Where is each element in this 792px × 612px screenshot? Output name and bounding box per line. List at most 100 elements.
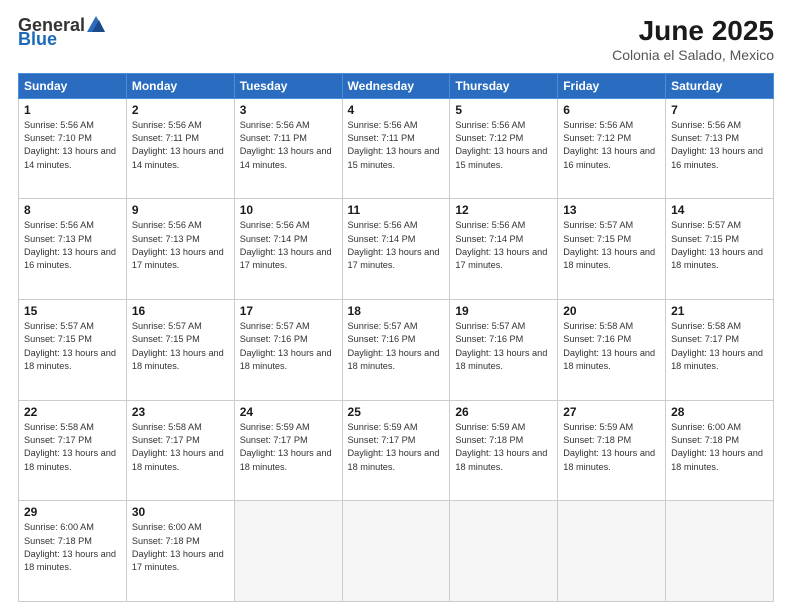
col-sunday: Sunday (19, 73, 127, 98)
table-row: 30 Sunrise: 6:00 AM Sunset: 7:18 PM Dayl… (126, 501, 234, 602)
col-wednesday: Wednesday (342, 73, 450, 98)
col-thursday: Thursday (450, 73, 558, 98)
day-info: Sunrise: 5:56 AM Sunset: 7:11 PM Dayligh… (132, 119, 229, 172)
day-info: Sunrise: 5:57 AM Sunset: 7:15 PM Dayligh… (563, 219, 660, 272)
table-row: 29 Sunrise: 6:00 AM Sunset: 7:18 PM Dayl… (19, 501, 127, 602)
calendar-subtitle: Colonia el Salado, Mexico (612, 47, 774, 63)
header: General Blue June 2025 Colonia el Salado… (18, 16, 774, 63)
col-monday: Monday (126, 73, 234, 98)
day-info: Sunrise: 5:58 AM Sunset: 7:17 PM Dayligh… (132, 421, 229, 474)
day-info: Sunrise: 5:58 AM Sunset: 7:17 PM Dayligh… (671, 320, 768, 373)
title-block: June 2025 Colonia el Salado, Mexico (612, 16, 774, 63)
table-row: 12 Sunrise: 5:56 AM Sunset: 7:14 PM Dayl… (450, 199, 558, 300)
day-number: 7 (671, 103, 768, 117)
table-row: 9 Sunrise: 5:56 AM Sunset: 7:13 PM Dayli… (126, 199, 234, 300)
day-number: 29 (24, 505, 121, 519)
day-info: Sunrise: 5:56 AM Sunset: 7:12 PM Dayligh… (563, 119, 660, 172)
day-number: 25 (348, 405, 445, 419)
logo-icon (87, 16, 105, 32)
day-number: 9 (132, 203, 229, 217)
day-info: Sunrise: 6:00 AM Sunset: 7:18 PM Dayligh… (132, 521, 229, 574)
calendar-row: 8 Sunrise: 5:56 AM Sunset: 7:13 PM Dayli… (19, 199, 774, 300)
table-row: 7 Sunrise: 5:56 AM Sunset: 7:13 PM Dayli… (666, 98, 774, 199)
day-info: Sunrise: 5:59 AM Sunset: 7:17 PM Dayligh… (348, 421, 445, 474)
table-row: 14 Sunrise: 5:57 AM Sunset: 7:15 PM Dayl… (666, 199, 774, 300)
table-row: 15 Sunrise: 5:57 AM Sunset: 7:15 PM Dayl… (19, 300, 127, 401)
day-number: 30 (132, 505, 229, 519)
day-number: 27 (563, 405, 660, 419)
calendar-row: 29 Sunrise: 6:00 AM Sunset: 7:18 PM Dayl… (19, 501, 774, 602)
day-info: Sunrise: 5:57 AM Sunset: 7:16 PM Dayligh… (348, 320, 445, 373)
day-info: Sunrise: 5:59 AM Sunset: 7:18 PM Dayligh… (455, 421, 552, 474)
table-row: 6 Sunrise: 5:56 AM Sunset: 7:12 PM Dayli… (558, 98, 666, 199)
day-number: 20 (563, 304, 660, 318)
col-friday: Friday (558, 73, 666, 98)
day-info: Sunrise: 5:56 AM Sunset: 7:14 PM Dayligh… (348, 219, 445, 272)
table-row: 25 Sunrise: 5:59 AM Sunset: 7:17 PM Dayl… (342, 400, 450, 501)
day-number: 10 (240, 203, 337, 217)
day-info: Sunrise: 6:00 AM Sunset: 7:18 PM Dayligh… (24, 521, 121, 574)
table-row (558, 501, 666, 602)
day-info: Sunrise: 5:57 AM Sunset: 7:16 PM Dayligh… (240, 320, 337, 373)
day-number: 28 (671, 405, 768, 419)
day-number: 4 (348, 103, 445, 117)
day-info: Sunrise: 5:56 AM Sunset: 7:13 PM Dayligh… (671, 119, 768, 172)
day-number: 19 (455, 304, 552, 318)
calendar-table: Sunday Monday Tuesday Wednesday Thursday… (18, 73, 774, 602)
table-row (666, 501, 774, 602)
day-number: 14 (671, 203, 768, 217)
calendar-row: 22 Sunrise: 5:58 AM Sunset: 7:17 PM Dayl… (19, 400, 774, 501)
day-number: 2 (132, 103, 229, 117)
day-info: Sunrise: 5:56 AM Sunset: 7:13 PM Dayligh… (132, 219, 229, 272)
day-number: 24 (240, 405, 337, 419)
calendar-title: June 2025 (612, 16, 774, 47)
table-row: 22 Sunrise: 5:58 AM Sunset: 7:17 PM Dayl… (19, 400, 127, 501)
table-row: 21 Sunrise: 5:58 AM Sunset: 7:17 PM Dayl… (666, 300, 774, 401)
day-info: Sunrise: 6:00 AM Sunset: 7:18 PM Dayligh… (671, 421, 768, 474)
table-row: 11 Sunrise: 5:56 AM Sunset: 7:14 PM Dayl… (342, 199, 450, 300)
day-info: Sunrise: 5:59 AM Sunset: 7:17 PM Dayligh… (240, 421, 337, 474)
page: General Blue June 2025 Colonia el Salado… (0, 0, 792, 612)
calendar-row: 15 Sunrise: 5:57 AM Sunset: 7:15 PM Dayl… (19, 300, 774, 401)
day-number: 13 (563, 203, 660, 217)
table-row (234, 501, 342, 602)
day-number: 16 (132, 304, 229, 318)
col-saturday: Saturday (666, 73, 774, 98)
day-number: 5 (455, 103, 552, 117)
day-info: Sunrise: 5:59 AM Sunset: 7:18 PM Dayligh… (563, 421, 660, 474)
table-row: 5 Sunrise: 5:56 AM Sunset: 7:12 PM Dayli… (450, 98, 558, 199)
table-row: 19 Sunrise: 5:57 AM Sunset: 7:16 PM Dayl… (450, 300, 558, 401)
day-number: 11 (348, 203, 445, 217)
day-info: Sunrise: 5:58 AM Sunset: 7:17 PM Dayligh… (24, 421, 121, 474)
table-row: 1 Sunrise: 5:56 AM Sunset: 7:10 PM Dayli… (19, 98, 127, 199)
day-info: Sunrise: 5:57 AM Sunset: 7:15 PM Dayligh… (132, 320, 229, 373)
day-number: 18 (348, 304, 445, 318)
table-row: 13 Sunrise: 5:57 AM Sunset: 7:15 PM Dayl… (558, 199, 666, 300)
table-row: 27 Sunrise: 5:59 AM Sunset: 7:18 PM Dayl… (558, 400, 666, 501)
logo: General Blue (18, 16, 105, 48)
day-info: Sunrise: 5:56 AM Sunset: 7:10 PM Dayligh… (24, 119, 121, 172)
day-number: 1 (24, 103, 121, 117)
header-row: Sunday Monday Tuesday Wednesday Thursday… (19, 73, 774, 98)
table-row: 28 Sunrise: 6:00 AM Sunset: 7:18 PM Dayl… (666, 400, 774, 501)
day-info: Sunrise: 5:56 AM Sunset: 7:11 PM Dayligh… (240, 119, 337, 172)
table-row: 26 Sunrise: 5:59 AM Sunset: 7:18 PM Dayl… (450, 400, 558, 501)
table-row: 20 Sunrise: 5:58 AM Sunset: 7:16 PM Dayl… (558, 300, 666, 401)
day-info: Sunrise: 5:57 AM Sunset: 7:15 PM Dayligh… (671, 219, 768, 272)
day-info: Sunrise: 5:56 AM Sunset: 7:13 PM Dayligh… (24, 219, 121, 272)
table-row (450, 501, 558, 602)
table-row: 17 Sunrise: 5:57 AM Sunset: 7:16 PM Dayl… (234, 300, 342, 401)
day-info: Sunrise: 5:56 AM Sunset: 7:14 PM Dayligh… (455, 219, 552, 272)
day-number: 17 (240, 304, 337, 318)
day-info: Sunrise: 5:58 AM Sunset: 7:16 PM Dayligh… (563, 320, 660, 373)
day-info: Sunrise: 5:56 AM Sunset: 7:11 PM Dayligh… (348, 119, 445, 172)
day-number: 6 (563, 103, 660, 117)
table-row: 23 Sunrise: 5:58 AM Sunset: 7:17 PM Dayl… (126, 400, 234, 501)
table-row: 18 Sunrise: 5:57 AM Sunset: 7:16 PM Dayl… (342, 300, 450, 401)
day-number: 22 (24, 405, 121, 419)
day-number: 21 (671, 304, 768, 318)
table-row: 24 Sunrise: 5:59 AM Sunset: 7:17 PM Dayl… (234, 400, 342, 501)
day-number: 12 (455, 203, 552, 217)
table-row: 10 Sunrise: 5:56 AM Sunset: 7:14 PM Dayl… (234, 199, 342, 300)
table-row: 3 Sunrise: 5:56 AM Sunset: 7:11 PM Dayli… (234, 98, 342, 199)
